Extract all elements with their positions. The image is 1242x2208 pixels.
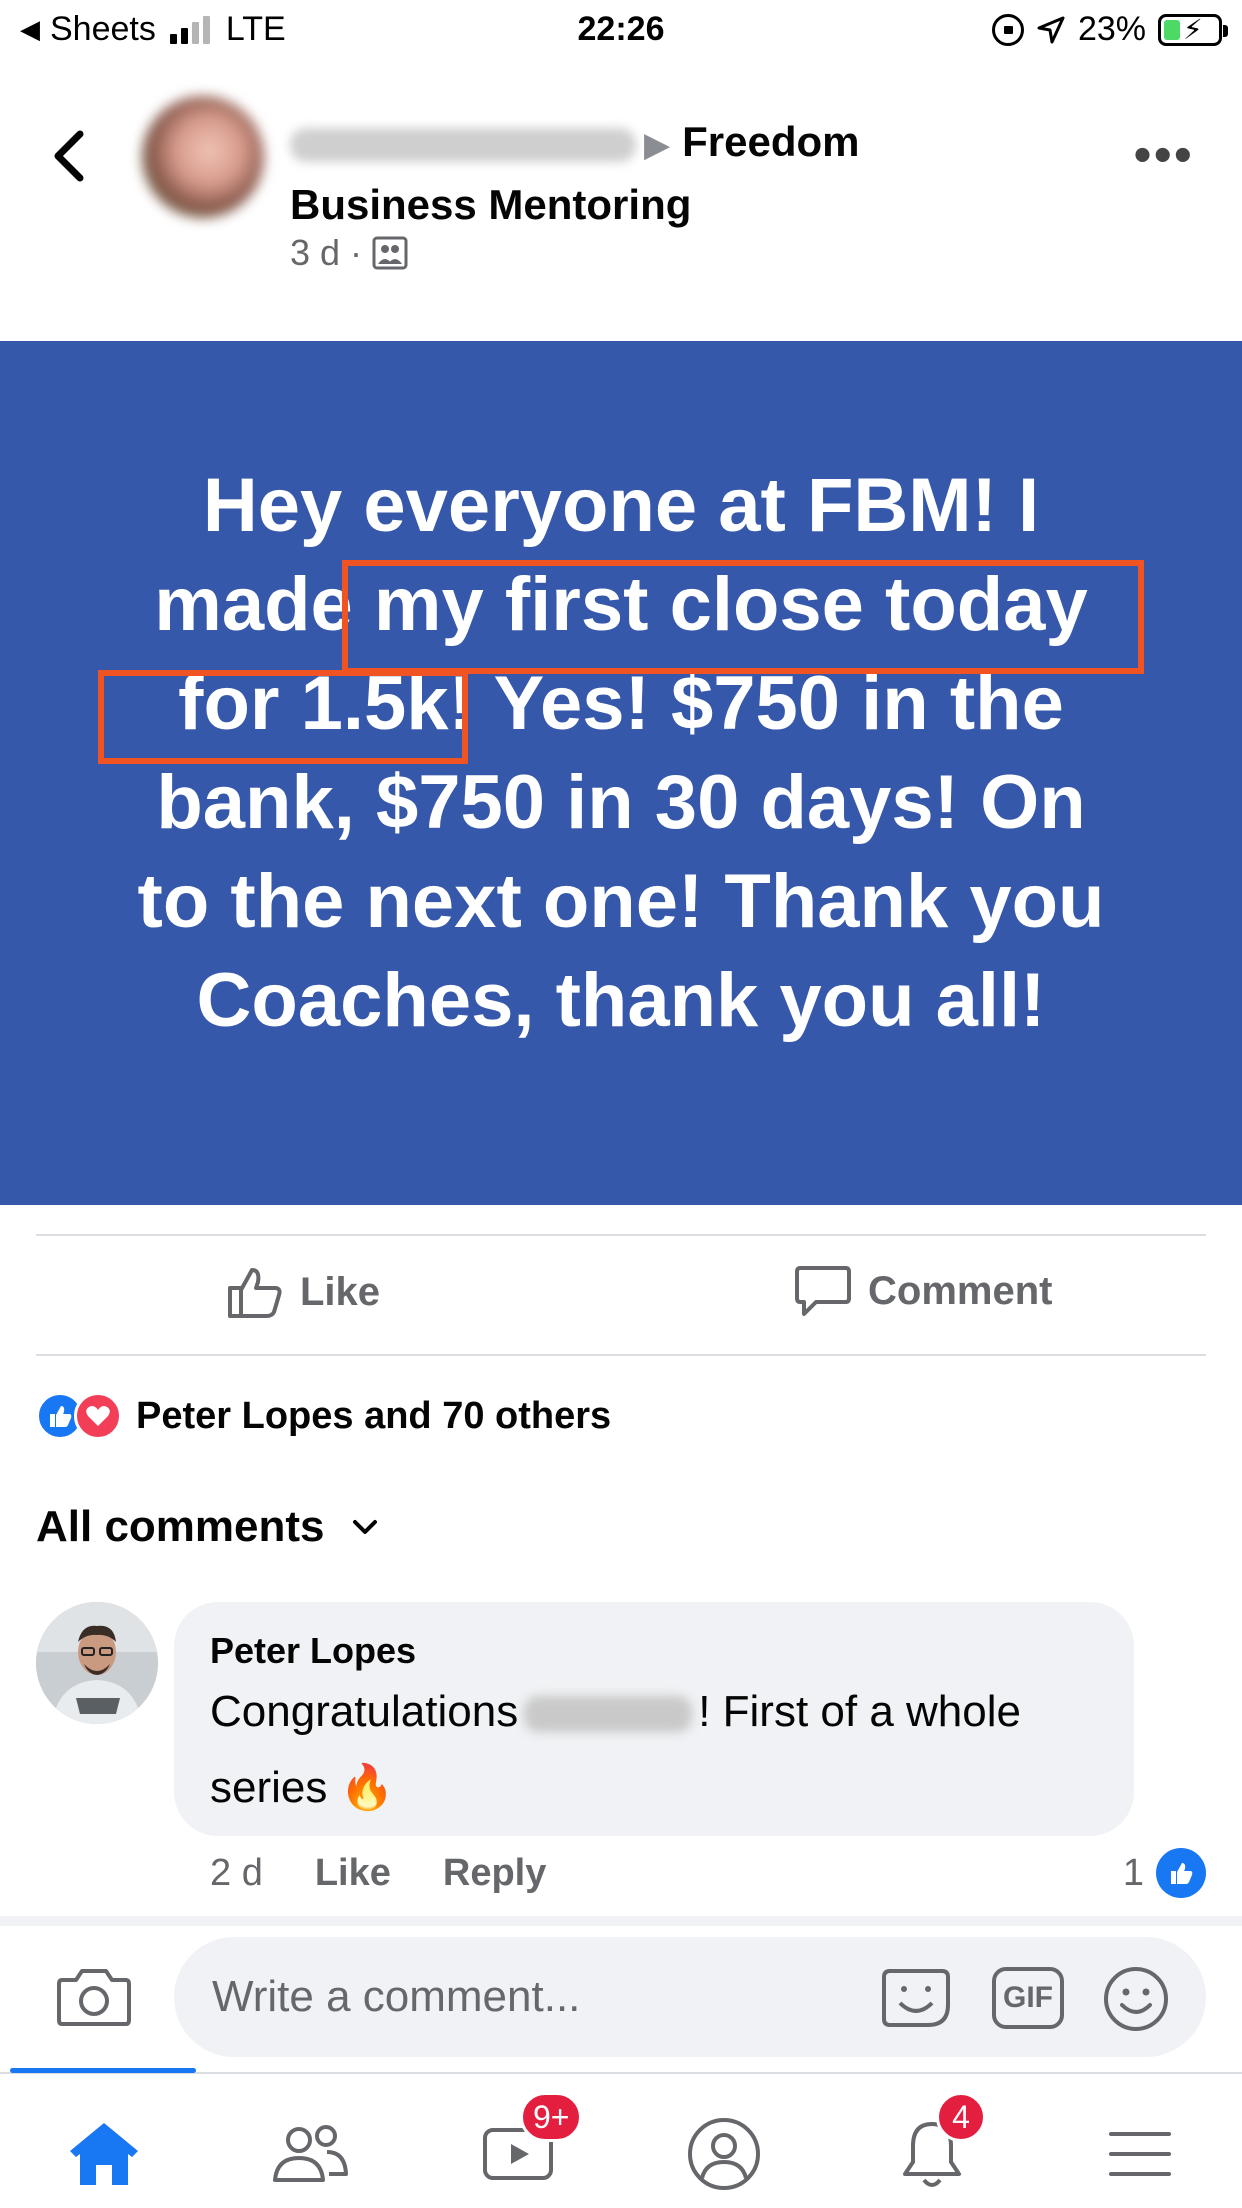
post-text-banner: Hey everyone at FBM! I made my first clo…	[0, 341, 1242, 1205]
post-text-line: Hey everyone at FBM! I	[202, 463, 1040, 548]
nav-home[interactable]	[64, 2114, 144, 2194]
bottom-navigation: 9+ 4	[0, 2068, 1242, 2208]
post-age[interactable]: 3 d	[290, 232, 340, 274]
divider	[36, 1234, 1206, 1236]
divider	[36, 1354, 1206, 1356]
comment-composer[interactable]: GIF	[174, 1937, 1206, 2057]
post-text-line: bank, $750 in 30 days! On	[156, 760, 1086, 845]
group-privacy-icon	[372, 236, 408, 270]
comment-text-part: Congratulations	[210, 1687, 519, 1736]
camera-icon	[57, 1969, 131, 2026]
nav-watch[interactable]: 9+	[478, 2092, 583, 2194]
comment-reaction-count[interactable]: 1	[1123, 1848, 1206, 1898]
comment-meta: 2 d Like Reply	[210, 1852, 546, 1895]
home-icon	[70, 2123, 138, 2185]
post-meta: 3 d ·	[290, 232, 408, 274]
camera-button[interactable]	[56, 1966, 132, 2033]
hamburger-menu-icon	[1109, 2132, 1171, 2176]
reactions-text: Peter Lopes and 70 others	[136, 1394, 612, 1437]
commenter-avatar[interactable]	[36, 1602, 158, 1724]
nav-profile[interactable]	[684, 2114, 764, 2194]
author-avatar-blurred[interactable]	[142, 96, 264, 218]
gif-button[interactable]: GIF	[992, 1967, 1064, 2029]
chevron-down-icon	[352, 1520, 377, 1534]
back-button[interactable]	[46, 128, 92, 184]
comment-like-button[interactable]: Like	[315, 1852, 391, 1895]
comment-bubble[interactable]: Peter Lopes Congratulations ! First of a …	[174, 1602, 1134, 1836]
like-reaction-icon	[1156, 1848, 1206, 1898]
notification-badge: 4	[936, 2092, 986, 2142]
nav-friends[interactable]	[270, 2114, 350, 2194]
location-arrow-icon	[1037, 16, 1065, 43]
divider	[0, 1916, 1242, 1926]
status-right: 23% ⚡	[991, 10, 1228, 49]
love-reaction-icon	[74, 1392, 122, 1440]
comment-age[interactable]: 2 d	[210, 1852, 263, 1895]
comment-author[interactable]: Peter Lopes	[210, 1630, 1098, 1672]
comment-input[interactable]	[212, 1937, 832, 2057]
comment-like-count: 1	[1122, 1851, 1144, 1894]
sticker-icon[interactable]	[880, 1967, 952, 2029]
comment-text-line2: series 🔥	[210, 1763, 395, 1812]
profile-icon	[688, 2118, 760, 2190]
gif-label: GIF	[1003, 1981, 1053, 2014]
comment-button[interactable]: Comment	[794, 1264, 1052, 1318]
chevron-left-icon	[54, 130, 84, 182]
more-options-icon[interactable]: •••	[1133, 129, 1194, 181]
author-name-blurred[interactable]	[290, 127, 636, 162]
notification-badge: 9+	[520, 2092, 583, 2142]
active-tab-indicator	[10, 2068, 196, 2073]
post-text-line: to the next one! Thank you	[137, 859, 1105, 944]
meta-separator: ·	[350, 232, 363, 273]
comment-text: Congratulations ! First of a whole series…	[210, 1674, 1098, 1826]
comment-text-part: ! First of a whole	[698, 1687, 1021, 1736]
nav-menu[interactable]	[1100, 2114, 1180, 2194]
like-label: Like	[300, 1269, 381, 1314]
thumbs-up-icon	[228, 1268, 282, 1318]
comments-filter-dropdown[interactable]: All comments	[36, 1502, 379, 1552]
highlight-box	[98, 670, 468, 764]
post-text-line: Coaches, thank you all!	[196, 958, 1046, 1043]
mention-blurred[interactable]	[524, 1696, 693, 1733]
comments-filter-label: All comments	[36, 1502, 325, 1551]
reactions-summary[interactable]: Peter Lopes and 70 others	[36, 1392, 611, 1440]
group-name-line1[interactable]: Freedom	[682, 118, 859, 165]
nav-notifications[interactable]: 4	[892, 2092, 986, 2194]
group-name-line2[interactable]: Business Mentoring	[290, 181, 691, 228]
arrow-right-icon: ▶	[644, 126, 671, 164]
friends-icon	[273, 2125, 348, 2182]
highlight-box	[342, 560, 1144, 674]
comment-label: Comment	[868, 1268, 1053, 1313]
battery-charging-icon: ⚡	[1158, 13, 1228, 46]
rotation-lock-icon	[991, 13, 1024, 46]
battery-percent: 23%	[1077, 10, 1146, 48]
comment-reply-button[interactable]: Reply	[443, 1852, 546, 1895]
status-bar: ◀ Sheets LTE 22:26 23% ⚡	[0, 0, 1242, 62]
like-button[interactable]: Like	[226, 1264, 380, 1320]
comment-bubble-icon	[795, 1266, 851, 1316]
post-header-title: ▶ Freedom Business Mentoring	[290, 112, 900, 235]
emoji-icon[interactable]	[1102, 1965, 1170, 2033]
